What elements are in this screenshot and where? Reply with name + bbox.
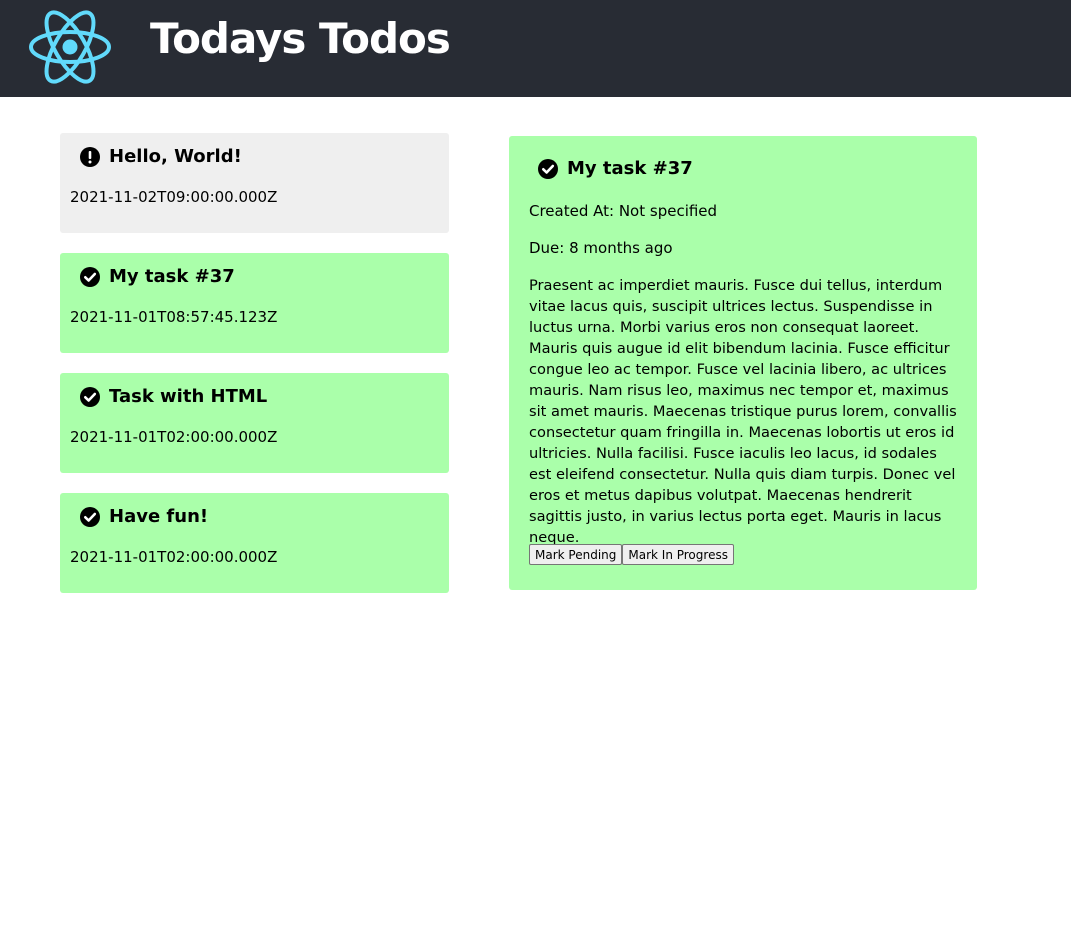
- check-circle-icon: [80, 506, 100, 527]
- react-atom-icon: [29, 10, 111, 84]
- todo-card-header: Have fun!: [80, 506, 208, 527]
- todo-list: Hello, World! 2021-11-02T09:00:00.000Z M…: [60, 133, 449, 613]
- detail-actions: Mark Pending Mark In Progress: [529, 544, 734, 565]
- app-header: Todays Todos: [0, 0, 1071, 97]
- todo-card[interactable]: Task with HTML 2021-11-01T02:00:00.000Z: [60, 373, 449, 473]
- detail-due: Due: 8 months ago: [529, 239, 673, 257]
- detail-created-at: Created At: Not specified: [529, 202, 718, 220]
- mark-pending-button[interactable]: Mark Pending: [529, 544, 623, 565]
- check-circle-icon: [538, 158, 558, 179]
- detail-description: Praesent ac imperdiet mauris. Fusce dui …: [529, 277, 957, 546]
- todo-date: 2021-11-01T02:00:00.000Z: [70, 548, 278, 566]
- todo-card[interactable]: My task #37 2021-11-01T08:57:45.123Z: [60, 253, 449, 353]
- todo-title: My task #37: [109, 266, 235, 287]
- detail-header: My task #37: [538, 158, 693, 179]
- check-circle-icon: [80, 386, 100, 407]
- todo-detail-panel: My task #37 Created At: Not specified Du…: [509, 136, 977, 590]
- todo-card-header: Hello, World!: [80, 146, 242, 167]
- todo-card-header: My task #37: [80, 266, 235, 287]
- detail-title: My task #37: [567, 158, 693, 179]
- todo-date: 2021-11-01T02:00:00.000Z: [70, 428, 278, 446]
- check-circle-icon: [80, 266, 100, 287]
- mark-in-progress-button[interactable]: Mark In Progress: [622, 544, 734, 565]
- todo-title: Hello, World!: [109, 146, 242, 167]
- todo-card[interactable]: Have fun! 2021-11-01T02:00:00.000Z: [60, 493, 449, 593]
- exclamation-circle-icon: [80, 146, 100, 167]
- todo-card-header: Task with HTML: [80, 386, 267, 407]
- todo-date: 2021-11-01T08:57:45.123Z: [70, 308, 278, 326]
- todo-card[interactable]: Hello, World! 2021-11-02T09:00:00.000Z: [60, 133, 449, 233]
- app-title: Todays Todos: [150, 14, 451, 63]
- todo-title: Task with HTML: [109, 386, 268, 407]
- todo-title: Have fun!: [109, 506, 209, 527]
- todo-date: 2021-11-02T09:00:00.000Z: [70, 188, 278, 206]
